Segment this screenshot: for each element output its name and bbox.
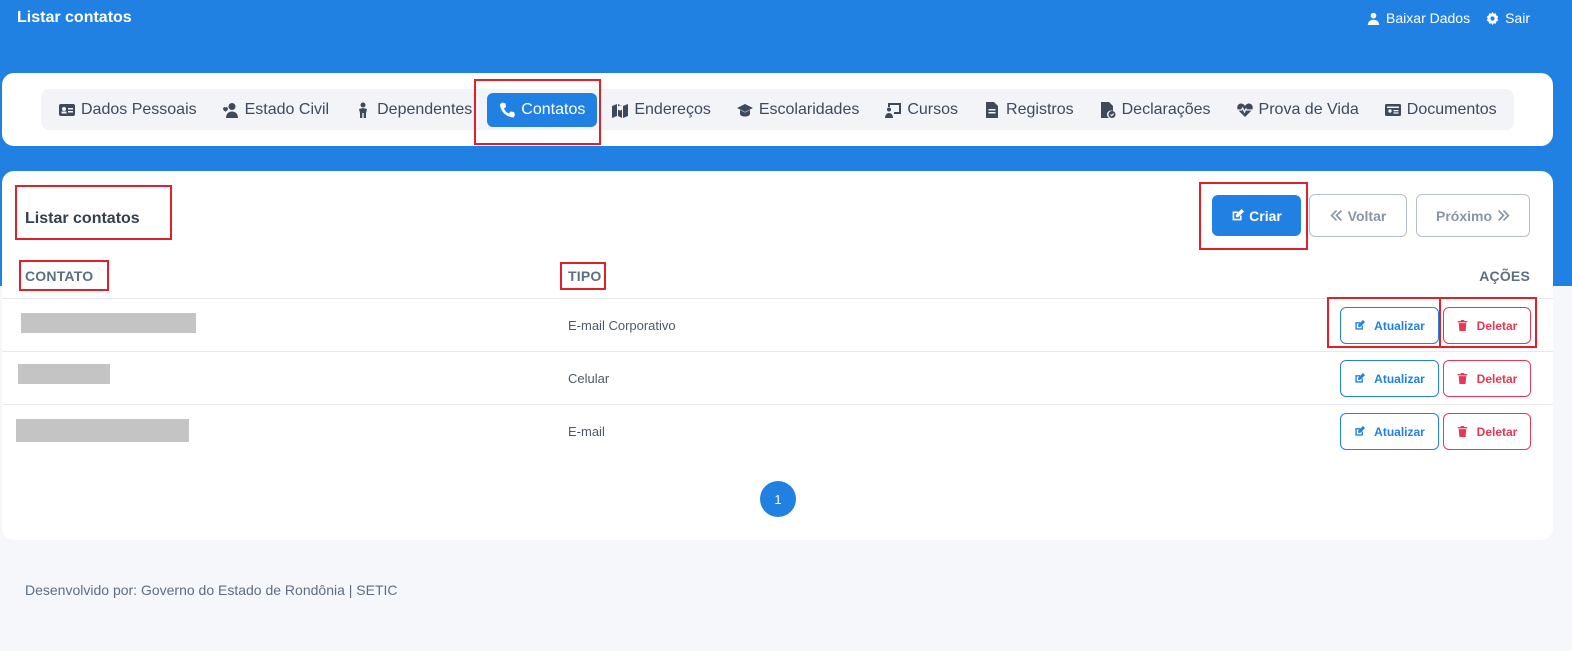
tab-label: Dados Pessoais bbox=[81, 100, 197, 118]
delete-button[interactable]: Deletar bbox=[1443, 360, 1531, 397]
top-actions: Baixar Dados Sair bbox=[1367, 10, 1530, 26]
file-check-icon bbox=[1100, 101, 1116, 118]
trash-icon bbox=[1457, 320, 1467, 331]
table-row: Celular Atualizar Deletar bbox=[2, 351, 1553, 405]
download-data-label: Baixar Dados bbox=[1386, 10, 1471, 26]
edit-icon bbox=[1232, 209, 1245, 221]
delete-label: Deletar bbox=[1476, 318, 1518, 333]
tab-label: Escolaridades bbox=[758, 100, 860, 118]
delete-label: Deletar bbox=[1476, 424, 1518, 439]
page-title: Listar contatos bbox=[17, 9, 132, 26]
footer-text: Desenvolvido por: Governo do Estado de R… bbox=[25, 582, 398, 598]
edit-icon bbox=[1355, 373, 1366, 383]
list-title: Listar contatos bbox=[25, 210, 140, 227]
top-bar: Listar contatos Baixar Dados Sair bbox=[0, 0, 1572, 36]
tab-prova-de-vida[interactable]: Prova de Vida bbox=[1224, 93, 1372, 127]
update-button[interactable]: Atualizar bbox=[1340, 413, 1439, 450]
double-chevron-left-icon bbox=[1330, 210, 1342, 221]
logout-label: Sair bbox=[1505, 10, 1530, 26]
back-label: Voltar bbox=[1347, 207, 1387, 224]
tab-declaracoes[interactable]: Declarações bbox=[1087, 93, 1224, 127]
gear-icon bbox=[1486, 11, 1499, 25]
redacted-contact bbox=[16, 419, 189, 442]
tab-label: Documentos bbox=[1406, 100, 1497, 118]
tab-label: Contatos bbox=[521, 100, 586, 118]
tab-label: Endereços bbox=[634, 100, 711, 118]
column-header-contact: CONTATO bbox=[25, 268, 94, 284]
edit-icon bbox=[1355, 320, 1366, 330]
download-data-link[interactable]: Baixar Dados bbox=[1367, 10, 1470, 26]
edit-icon bbox=[1355, 426, 1366, 436]
child-icon bbox=[359, 102, 368, 118]
tab-label: Estado Civil bbox=[244, 100, 330, 118]
logout-link[interactable]: Sair bbox=[1486, 10, 1530, 26]
user-heart-icon bbox=[222, 102, 238, 118]
tab-enderecos[interactable]: Endereços bbox=[599, 93, 724, 127]
next-label: Próximo bbox=[1435, 207, 1492, 224]
tab-estado-civil[interactable]: Estado Civil bbox=[210, 93, 342, 127]
tab-label: Prova de Vida bbox=[1258, 100, 1359, 118]
tab-bar: Dados Pessoais Estado Civil Dependentes … bbox=[41, 89, 1510, 130]
tab-cursos[interactable]: Cursos bbox=[872, 93, 971, 127]
contacts-card: Listar contatos Criar Voltar Próximo CON… bbox=[2, 171, 1553, 540]
trash-icon bbox=[1457, 373, 1467, 384]
heartbeat-icon bbox=[1236, 103, 1253, 117]
file-icon bbox=[986, 101, 999, 118]
update-label: Atualizar bbox=[1374, 371, 1425, 386]
id-card-icon bbox=[59, 103, 75, 116]
tab-dados-pessoais[interactable]: Dados Pessoais bbox=[57, 93, 210, 127]
contact-type: E-mail Corporativo bbox=[568, 318, 676, 333]
redacted-contact bbox=[18, 364, 110, 384]
tab-dependentes[interactable]: Dependentes bbox=[342, 93, 485, 127]
double-chevron-right-icon bbox=[1498, 210, 1510, 221]
tab-escolaridades[interactable]: Escolaridades bbox=[724, 93, 873, 127]
id-badge-icon bbox=[1384, 103, 1401, 116]
tab-label: Dependentes bbox=[377, 100, 473, 118]
tab-documentos[interactable]: Documentos bbox=[1372, 93, 1510, 127]
create-button[interactable]: Criar bbox=[1212, 195, 1301, 236]
create-label: Criar bbox=[1249, 207, 1282, 224]
update-button[interactable]: Atualizar bbox=[1340, 307, 1439, 344]
tab-label: Declarações bbox=[1121, 100, 1211, 118]
delete-button[interactable]: Deletar bbox=[1443, 307, 1531, 344]
map-icon bbox=[612, 103, 629, 118]
contact-type: Celular bbox=[568, 371, 610, 386]
update-button[interactable]: Atualizar bbox=[1340, 360, 1439, 397]
next-button[interactable]: Próximo bbox=[1416, 194, 1530, 237]
chalkboard-icon bbox=[885, 102, 902, 118]
delete-button[interactable]: Deletar bbox=[1443, 413, 1531, 450]
graduation-cap-icon bbox=[736, 103, 753, 116]
phone-icon bbox=[500, 102, 516, 117]
redacted-contact bbox=[21, 313, 196, 333]
update-label: Atualizar bbox=[1374, 318, 1425, 333]
back-button[interactable]: Voltar bbox=[1309, 194, 1407, 237]
column-header-actions: AÇÕES bbox=[1479, 268, 1530, 284]
tab-contatos[interactable]: Contatos bbox=[487, 92, 598, 127]
trash-icon bbox=[1457, 426, 1467, 437]
column-header-type: TIPO bbox=[568, 268, 602, 284]
delete-label: Deletar bbox=[1476, 371, 1518, 386]
user-icon bbox=[1367, 12, 1380, 25]
table-row: E-mail Corporativo Atualizar Deletar bbox=[2, 298, 1553, 352]
table-row: E-mail Atualizar Deletar bbox=[2, 404, 1553, 458]
tabs-card: Dados Pessoais Estado Civil Dependentes … bbox=[2, 73, 1553, 146]
update-label: Atualizar bbox=[1374, 424, 1425, 439]
tab-label: Registros bbox=[1006, 100, 1074, 118]
tab-label: Cursos bbox=[907, 100, 959, 118]
contact-type: E-mail bbox=[568, 424, 605, 439]
pagination-page-1[interactable]: 1 bbox=[760, 481, 796, 517]
tab-registros[interactable]: Registros bbox=[971, 93, 1087, 127]
tabs-strip: Dados Pessoais Estado Civil Dependentes … bbox=[41, 89, 1514, 130]
